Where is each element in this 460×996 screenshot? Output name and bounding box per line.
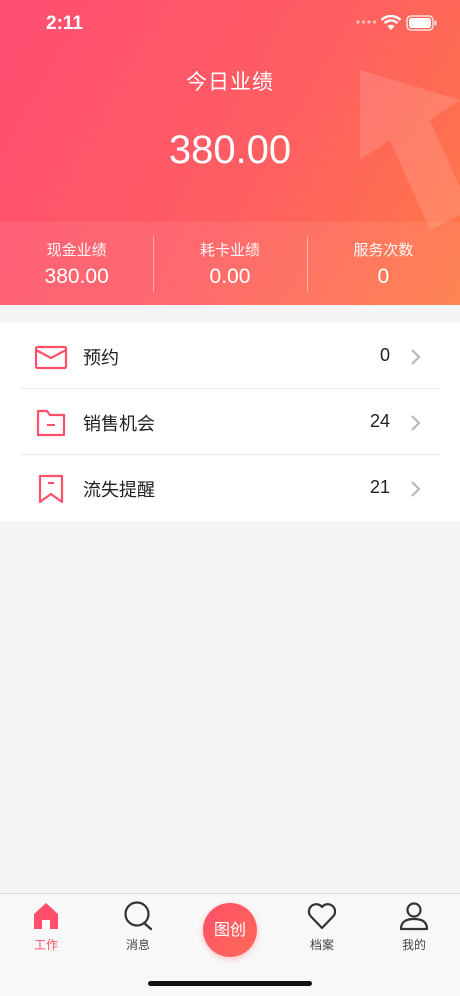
center-action-button[interactable]: 图创 xyxy=(203,903,257,957)
folder-icon xyxy=(36,409,66,437)
stat-value: 380.00 xyxy=(44,265,109,288)
stat-label: 服务次数 xyxy=(353,241,414,259)
signal-dots-icon xyxy=(356,20,377,24)
tab-messages[interactable]: 消息 xyxy=(92,894,184,953)
wifi-icon xyxy=(380,14,402,30)
menu-item-count: 24 xyxy=(369,411,390,431)
stat-label: 耗卡业绩 xyxy=(199,241,260,259)
today-amount: 380.00 xyxy=(168,128,292,172)
chevron-right-icon xyxy=(411,481,421,497)
tab-label: 工作 xyxy=(33,938,58,952)
menu-item-label: 销售机会 xyxy=(83,414,155,435)
chevron-right-icon xyxy=(411,415,421,431)
heart-icon xyxy=(307,903,337,930)
status-bar: 2:11 xyxy=(0,0,460,50)
stat-card-consumption[interactable]: 耗卡业绩 0.00 xyxy=(153,222,306,305)
menu-list: 预约 0 销售机会 24 流失提醒 21 xyxy=(0,323,460,521)
stats-row: 现金业绩 380.00 耗卡业绩 0.00 服务次数 0 xyxy=(0,222,460,305)
menu-item-label: 流失提醒 xyxy=(83,480,155,501)
tab-work[interactable]: 工作 xyxy=(0,894,92,953)
home-indicator xyxy=(148,981,312,986)
tab-label: 我的 xyxy=(401,938,426,952)
chat-icon xyxy=(124,901,153,931)
tab-label: 消息 xyxy=(125,938,150,952)
stat-label: 现金业绩 xyxy=(46,241,107,259)
menu-item-label: 预约 xyxy=(83,348,119,369)
menu-item-appointment[interactable]: 预约 0 xyxy=(20,323,440,389)
hero-header: 2:11 今日业绩 380.00 现金业绩 380.00 耗卡业绩 0.00 服… xyxy=(0,0,460,305)
menu-item-churn-reminder[interactable]: 流失提醒 21 xyxy=(20,455,440,521)
menu-item-count: 21 xyxy=(369,477,390,497)
chevron-right-icon xyxy=(411,349,421,365)
stat-value: 0 xyxy=(377,265,390,288)
stat-service-count[interactable]: 服务次数 0 xyxy=(306,222,460,305)
tab-label: 档案 xyxy=(309,938,334,952)
home-icon xyxy=(34,903,58,929)
battery-icon xyxy=(406,15,437,31)
envelope-icon xyxy=(34,345,68,370)
tab-profile[interactable]: 我的 xyxy=(368,894,460,953)
status-time: 2:11 xyxy=(46,13,83,34)
menu-item-sales-opportunity[interactable]: 销售机会 24 xyxy=(20,389,440,455)
bookmark-icon xyxy=(38,474,64,504)
stat-cash[interactable]: 现金业绩 380.00 xyxy=(0,222,153,305)
page-title: 今日业绩 xyxy=(186,70,274,94)
menu-item-count: 0 xyxy=(379,345,390,365)
tab-archive[interactable]: 档案 xyxy=(276,894,368,953)
user-icon xyxy=(399,902,429,931)
stat-value: 0.00 xyxy=(209,265,251,288)
